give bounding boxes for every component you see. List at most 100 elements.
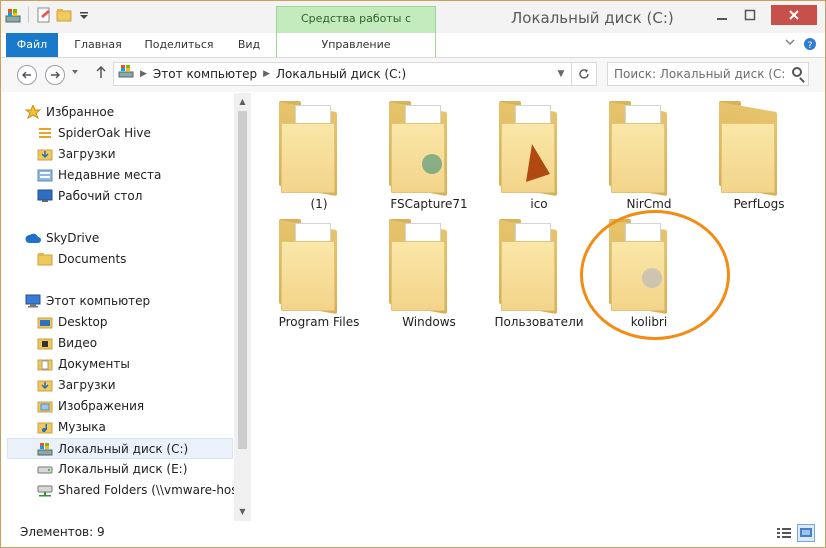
quick-access-toolbar <box>5 7 92 23</box>
nav-skydrive[interactable]: SkyDrive <box>1 228 233 249</box>
refresh-button[interactable] <box>571 63 596 85</box>
title-bar: Средства работы с дисками Локальный диск… <box>1 1 825 49</box>
tab-manage[interactable]: Управление <box>276 33 436 57</box>
qat-separator <box>28 7 29 23</box>
network-drive-icon <box>37 483 53 497</box>
search-icon[interactable] <box>792 67 802 77</box>
address-drive-icon <box>118 63 134 85</box>
nav-documents[interactable]: Документы <box>1 354 233 375</box>
breadcrumb-separator-icon[interactable]: ▶ <box>140 63 147 85</box>
breadcrumb-local-disk[interactable]: Локальный диск (C:) <box>276 63 406 85</box>
up-arrow-icon <box>96 65 106 78</box>
folder-item[interactable] <box>609 101 671 197</box>
maximize-icon <box>744 9 756 21</box>
folder-item[interactable] <box>499 101 561 197</box>
highlight-annotation-circle <box>580 210 730 340</box>
details-view-button[interactable] <box>775 524 793 542</box>
properties-icon[interactable] <box>36 7 52 23</box>
close-button[interactable] <box>771 5 817 25</box>
desktop-icon <box>37 189 53 203</box>
scroll-down-arrow-icon[interactable]: ▼ <box>234 505 251 519</box>
up-button[interactable] <box>95 65 107 82</box>
folder-item[interactable] <box>719 101 781 197</box>
status-bar: Элементов: 9 <box>1 521 825 547</box>
windows-drive-icon <box>37 442 53 456</box>
nav-this-pc[interactable]: Этот компьютер <box>1 291 233 312</box>
scroll-up-arrow-icon[interactable]: ▲ <box>234 95 251 109</box>
help-icon[interactable]: ? <box>803 37 817 51</box>
nav-local-disk-e[interactable]: Локальный диск (E:) <box>1 459 233 480</box>
nav-scrollbar[interactable]: ▲ ▼ <box>234 93 251 521</box>
svg-text:?: ? <box>808 41 813 51</box>
breadcrumb: ▶ Этот компьютер ▶ Локальный диск (C:) <box>118 63 406 85</box>
nav-desktop[interactable]: Desktop <box>1 312 233 333</box>
breadcrumb-separator-icon[interactable]: ▶ <box>263 63 270 85</box>
folder-label[interactable]: (1) <box>269 197 369 211</box>
tab-view[interactable]: Вид <box>229 33 269 57</box>
video-folder-icon <box>37 336 53 350</box>
drive-icon <box>37 462 53 476</box>
ribbon-tabs: Файл Главная Поделиться Вид Управление ? <box>1 33 825 58</box>
folder-label[interactable]: NirCmd <box>599 197 699 211</box>
nav-video[interactable]: Видео <box>1 333 233 354</box>
spideroak-icon <box>37 126 53 140</box>
tab-share[interactable]: Поделиться <box>139 33 219 57</box>
search-box[interactable] <box>607 62 809 86</box>
folder-label[interactable]: Пользователи <box>489 315 589 329</box>
nav-favorites[interactable]: Избранное <box>1 102 233 123</box>
minimize-button[interactable] <box>709 5 735 25</box>
folder-label[interactable]: PerfLogs <box>709 197 809 211</box>
folder-item[interactable] <box>389 219 451 315</box>
new-folder-icon[interactable] <box>56 7 72 23</box>
folder-label[interactable]: Windows <box>379 315 479 329</box>
qat-customize-icon[interactable] <box>76 7 92 23</box>
nav-shared-folders[interactable]: Shared Folders (\\vmware-host) ( <box>1 480 235 501</box>
folder-item[interactable] <box>279 219 341 315</box>
folder-label[interactable]: ico <box>489 197 589 211</box>
folder-item[interactable] <box>279 101 341 197</box>
forward-button[interactable] <box>45 65 65 85</box>
folder-label[interactable]: FSCapture71 <box>379 197 479 211</box>
folder-item[interactable] <box>389 101 451 197</box>
nav-downloads[interactable]: Загрузки <box>1 375 233 396</box>
nav-desktop-fav[interactable]: Рабочий стол <box>1 186 233 207</box>
large-icons-view-button[interactable] <box>797 524 815 542</box>
nav-downloads-fav[interactable]: Загрузки <box>1 144 233 165</box>
folder-icon <box>37 252 53 266</box>
large-icons-view-icon <box>800 528 812 537</box>
nav-documents-skydrive[interactable]: Documents <box>1 249 233 270</box>
recent-locations-chevron-icon[interactable] <box>71 66 79 79</box>
ribbon-expand-chevron-icon[interactable] <box>783 37 797 51</box>
nav-local-disk-c[interactable]: Локальный диск (C:) <box>7 438 233 459</box>
breadcrumb-this-pc[interactable]: Этот компьютер <box>153 63 257 85</box>
refresh-icon <box>579 69 589 79</box>
folder-label[interactable]: Program Files <box>269 315 369 329</box>
close-icon <box>789 10 799 20</box>
folder-item[interactable] <box>499 219 561 315</box>
details-view-icon <box>777 528 791 538</box>
back-button[interactable] <box>17 65 37 85</box>
nav-recent-places[interactable]: Недавние места <box>1 165 233 186</box>
music-folder-icon <box>37 420 53 434</box>
downloads-folder-icon <box>37 378 53 392</box>
window-title: Локальный диск (C:) <box>511 9 674 27</box>
nav-music[interactable]: Музыка <box>1 417 233 438</box>
explorer-window: Средства работы с дисками Локальный диск… <box>0 0 826 548</box>
nav-spideroak[interactable]: SpiderOak Hive <box>1 123 233 144</box>
search-input[interactable] <box>614 65 784 83</box>
back-arrow-icon <box>22 71 31 79</box>
address-row: ▶ Этот компьютер ▶ Локальный диск (C:) ▼ <box>1 58 825 92</box>
nav-pictures[interactable]: Изображения <box>1 396 233 417</box>
address-bar[interactable]: ▶ Этот компьютер ▶ Локальный диск (C:) ▼ <box>113 62 597 86</box>
star-icon <box>24 103 42 120</box>
tab-file[interactable]: Файл <box>6 33 58 57</box>
scroll-thumb[interactable] <box>238 111 247 449</box>
downloads-folder-icon <box>37 147 53 161</box>
computer-icon <box>25 294 41 308</box>
tab-home[interactable]: Главная <box>67 33 129 57</box>
address-dropdown-chevron-icon[interactable]: ▼ <box>552 63 570 85</box>
item-count: Элементов: 9 <box>20 525 105 539</box>
skydrive-cloud-icon <box>25 231 41 245</box>
recent-places-icon <box>37 168 53 182</box>
maximize-button[interactable] <box>737 5 763 25</box>
